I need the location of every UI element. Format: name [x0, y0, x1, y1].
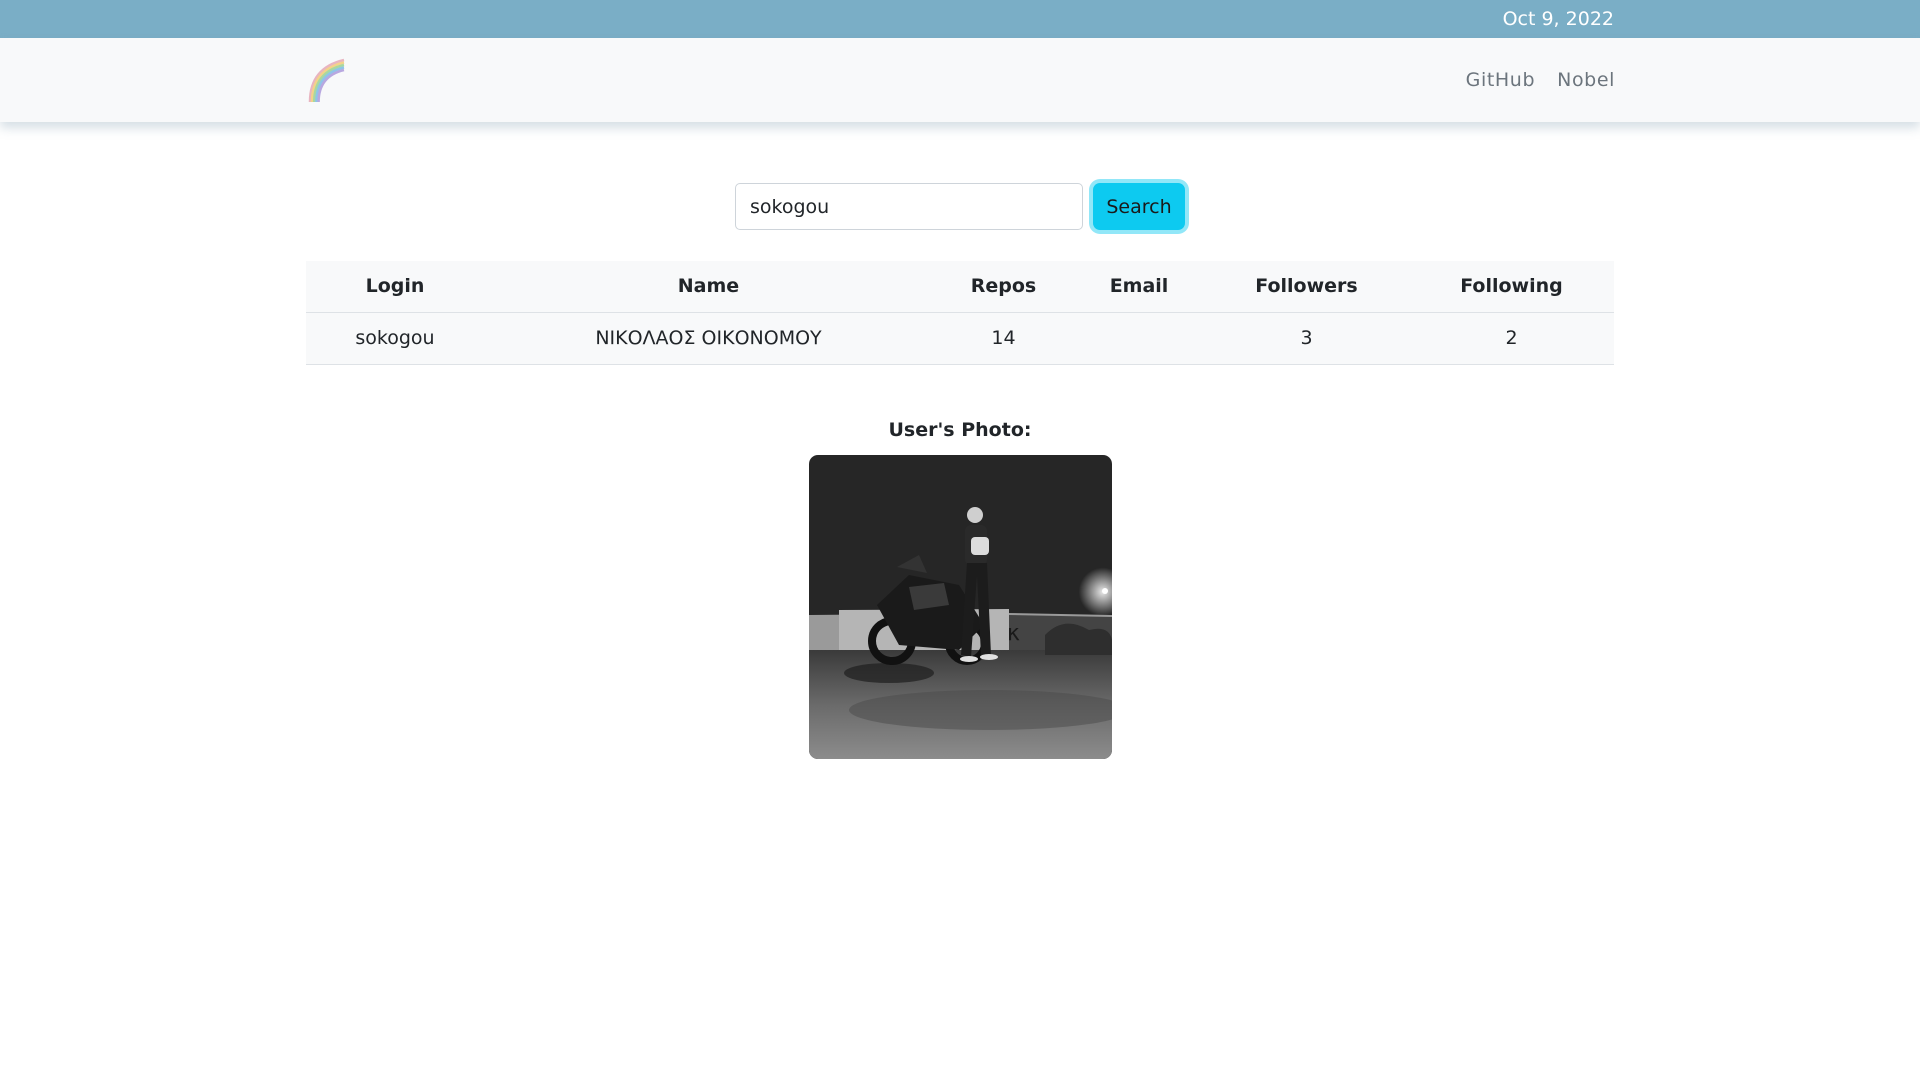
cell-name: ΝΙΚΟΛΑΟΣ ΟΙΚΟΝΟΜΟΥ	[484, 312, 933, 365]
cell-repos: 14	[933, 312, 1074, 365]
search-bar: Search	[0, 183, 1920, 230]
table-header-row: Login Name Repos Email Followers Followi…	[306, 261, 1614, 313]
cell-following: 2	[1409, 312, 1614, 365]
navbar: GitHub Nobel	[0, 38, 1920, 122]
cell-followers: 3	[1204, 312, 1409, 365]
nav-links: GitHub Nobel	[1466, 68, 1615, 92]
current-date: Oct 9, 2022	[1502, 8, 1614, 30]
header-following: Following	[1409, 261, 1614, 313]
table-row: sokogou ΝΙΚΟΛΑΟΣ ΟΙΚΟΝΟΜΟΥ 14 3 2	[306, 312, 1614, 365]
rainbow-logo-icon[interactable]	[306, 56, 346, 104]
cell-email	[1074, 312, 1204, 365]
user-photo: κ	[809, 455, 1112, 759]
nav-link-nobel[interactable]: Nobel	[1557, 68, 1615, 92]
header-name: Name	[484, 261, 933, 313]
header-login: Login	[306, 261, 484, 313]
header-email: Email	[1074, 261, 1204, 313]
header-repos: Repos	[933, 261, 1074, 313]
cell-login: sokogou	[306, 312, 484, 365]
user-table: Login Name Repos Email Followers Followi…	[306, 261, 1614, 365]
search-input[interactable]	[735, 183, 1083, 230]
top-date-bar: Oct 9, 2022	[0, 0, 1920, 38]
user-photo-label: User's Photo:	[888, 419, 1032, 441]
svg-text:κ: κ	[1007, 621, 1020, 646]
header-followers: Followers	[1204, 261, 1409, 313]
search-button[interactable]: Search	[1093, 183, 1185, 230]
nav-link-github[interactable]: GitHub	[1466, 68, 1535, 92]
